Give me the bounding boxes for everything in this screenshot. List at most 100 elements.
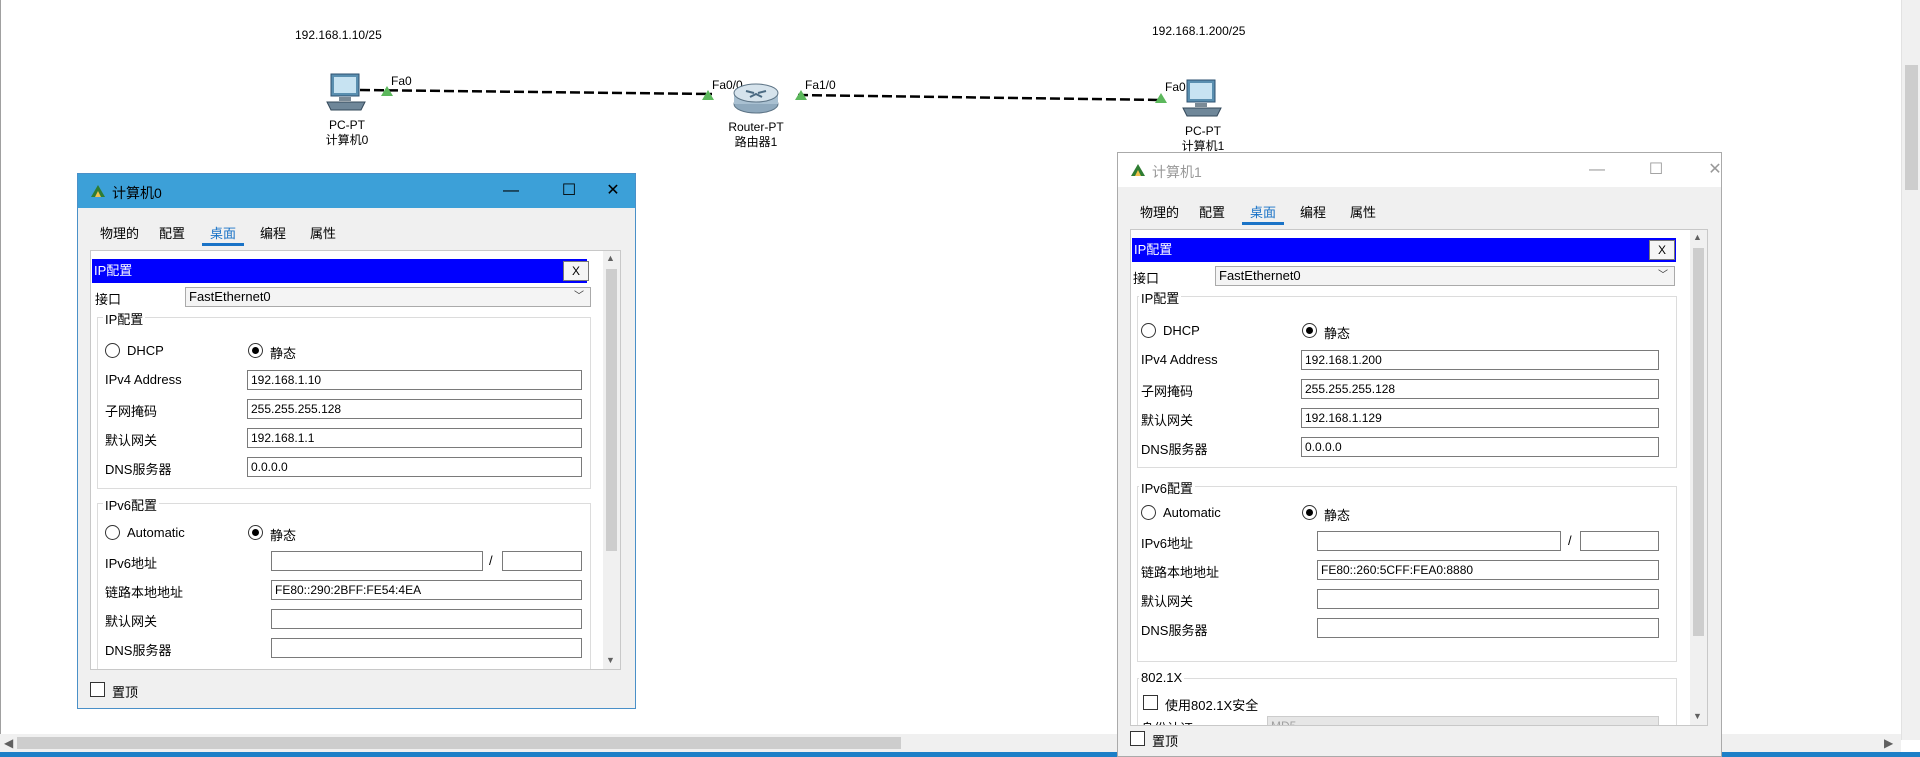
link-local-input[interactable]: FE80::290:2BFF:FE54:4EA — [271, 580, 582, 600]
scroll-left-icon[interactable]: ◀ — [4, 736, 13, 750]
close-button[interactable]: ✕ — [590, 174, 636, 208]
pc1-device[interactable]: PC-PT 计算机1 — [1168, 78, 1238, 154]
ipv6-static-label[interactable]: 静态 — [1324, 505, 1350, 524]
maximize-button[interactable]: ☐ — [1633, 153, 1679, 187]
ipv6-dns-label: DNS服务器 — [105, 643, 172, 658]
ipv4-address-input[interactable]: 192.168.1.200 — [1301, 350, 1659, 370]
dhcp-radio[interactable] — [105, 343, 120, 358]
tab-desktop[interactable]: 桌面 — [202, 224, 245, 246]
horizontal-scroll-thumb[interactable] — [17, 737, 901, 749]
workspace-vertical-scrollbar[interactable] — [1901, 0, 1920, 740]
ipv6-prefix-input[interactable] — [1580, 531, 1659, 551]
pc1-config-window[interactable]: 计算机1 — ☐ ✕ 物理的 配置 桌面 编程 属性 IP配置 X 接口 Fas… — [1117, 152, 1722, 757]
ipv4-address-input[interactable]: 192.168.1.10 — [247, 370, 582, 390]
dhcp-label[interactable]: DHCP — [1163, 323, 1200, 338]
router-left-port-status-icon — [702, 90, 714, 100]
ipv6-gateway-input[interactable] — [1317, 589, 1659, 609]
static-label[interactable]: 静态 — [1324, 323, 1350, 342]
interface-select[interactable]: FastEthernet0 ﹀ — [185, 287, 591, 307]
router-icon — [733, 83, 779, 114]
scroll-down-icon[interactable]: ▼ — [1693, 711, 1702, 721]
panel-scroll-thumb[interactable] — [606, 269, 617, 551]
static-radio[interactable] — [1302, 323, 1317, 338]
ipv6-dns-input[interactable] — [1317, 618, 1659, 638]
always-on-top-checkbox[interactable] — [1130, 731, 1145, 746]
scroll-up-icon[interactable]: ▲ — [606, 253, 615, 263]
ipv6-address-input[interactable] — [1317, 531, 1561, 551]
ipv6-automatic-radio[interactable] — [1141, 505, 1156, 520]
subnet-label: 子网掩码 — [105, 404, 158, 419]
tab-physical[interactable]: 物理的 — [1132, 203, 1188, 225]
link-local-input[interactable]: FE80::260:5CFF:FEA0:8880 — [1317, 560, 1659, 580]
always-on-top-label[interactable]: 置顶 — [112, 682, 138, 701]
vertical-scroll-thumb[interactable] — [1905, 65, 1918, 190]
link-local-label: 链路本地地址 — [1141, 565, 1220, 580]
pc1-type: PC-PT — [1185, 124, 1221, 138]
panel-scrollbar[interactable]: ▲ ▼ — [603, 251, 620, 669]
tab-attributes[interactable]: 属性 — [1342, 203, 1385, 225]
ipv6-automatic-label[interactable]: Automatic — [127, 525, 185, 540]
scroll-up-icon[interactable]: ▲ — [1693, 232, 1702, 242]
panel-close-button[interactable]: X — [1649, 240, 1675, 260]
static-label[interactable]: 静态 — [270, 343, 296, 362]
ipv6-automatic-radio[interactable] — [105, 525, 120, 540]
tab-config[interactable]: 配置 — [1191, 203, 1234, 225]
subnet-input[interactable]: 255.255.255.128 — [247, 399, 582, 419]
dhcp-radio[interactable] — [1141, 323, 1156, 338]
dns-input[interactable]: 0.0.0.0 — [247, 457, 582, 477]
prefix-slash: / — [1568, 533, 1572, 548]
panel-scrollbar[interactable]: ▲ ▼ — [1690, 230, 1707, 725]
ipv4-group-title: IP配置 — [103, 309, 146, 328]
minimize-button[interactable]: — — [488, 174, 534, 208]
scroll-right-icon[interactable]: ▶ — [1884, 736, 1893, 750]
pc1-titlebar[interactable]: 计算机1 — ☐ ✕ — [1118, 153, 1722, 187]
minimize-button[interactable]: — — [1574, 153, 1620, 187]
ipv6-automatic-label[interactable]: Automatic — [1163, 505, 1221, 520]
pc0-titlebar[interactable]: 计算机0 — ☐ ✕ — [78, 174, 635, 208]
router-name: 路由器1 — [734, 135, 778, 149]
static-radio[interactable] — [248, 343, 263, 358]
scroll-down-icon[interactable]: ▼ — [606, 655, 615, 665]
pc0-ip-config-panel: IP配置 X 接口 FastEthernet0 ﹀ IP配置 DHCP 静态 I… — [90, 250, 621, 670]
dot1x-checkbox[interactable] — [1143, 695, 1158, 710]
pc0-device[interactable]: PC-PT 计算机0 — [312, 72, 382, 148]
interface-label: 接口 — [95, 292, 122, 307]
panel-close-button[interactable]: X — [563, 261, 589, 281]
pc0-ip-note: 192.168.1.10/25 — [295, 28, 382, 42]
maximize-button[interactable]: ☐ — [546, 174, 592, 208]
router-device[interactable]: Router-PT 路由器1 — [716, 78, 796, 150]
ipv6-address-input[interactable] — [271, 551, 483, 571]
tab-physical[interactable]: 物理的 — [92, 224, 148, 246]
pc0-config-window[interactable]: 计算机0 — ☐ ✕ 物理的 配置 桌面 编程 属性 IP配置 X 接口 Fas… — [77, 173, 636, 709]
app-icon — [1131, 164, 1145, 176]
ipv6-dns-input[interactable] — [271, 638, 582, 658]
gateway-input[interactable]: 192.168.1.129 — [1301, 408, 1659, 428]
dhcp-label[interactable]: DHCP — [127, 343, 164, 358]
tab-config[interactable]: 配置 — [151, 224, 194, 246]
always-on-top-checkbox[interactable] — [90, 682, 105, 697]
ipv6-gateway-input[interactable] — [271, 609, 582, 629]
panel-title-bar: IP配置 — [92, 259, 587, 283]
app-icon — [91, 185, 105, 197]
gateway-input[interactable]: 192.168.1.1 — [247, 428, 582, 448]
ipv6-static-radio[interactable] — [248, 525, 263, 540]
auth-select[interactable]: MD5 — [1267, 716, 1659, 725]
gateway-label: 默认网关 — [1141, 413, 1194, 428]
tab-attributes[interactable]: 属性 — [302, 224, 345, 246]
tab-desktop[interactable]: 桌面 — [1242, 203, 1285, 225]
interface-select[interactable]: FastEthernet0 ﹀ — [1215, 266, 1675, 286]
subnet-input[interactable]: 255.255.255.128 — [1301, 379, 1659, 399]
tab-programming[interactable]: 编程 — [1292, 203, 1335, 225]
always-on-top-label[interactable]: 置顶 — [1152, 731, 1178, 750]
chevron-down-icon: ﹀ — [1658, 270, 1668, 281]
ipv6-static-label[interactable]: 静态 — [270, 525, 296, 544]
interface-label: 接口 — [1133, 271, 1160, 286]
tab-programming[interactable]: 编程 — [252, 224, 295, 246]
panel-scroll-thumb[interactable] — [1693, 248, 1704, 636]
dns-input[interactable]: 0.0.0.0 — [1301, 437, 1659, 457]
pc1-ip-config-panel: IP配置 X 接口 FastEthernet0 ﹀ IP配置 DHCP 静态 I… — [1130, 229, 1708, 726]
dot1x-label[interactable]: 使用802.1X安全 — [1165, 695, 1258, 714]
ipv6-prefix-input[interactable] — [502, 551, 582, 571]
close-button[interactable]: ✕ — [1692, 153, 1738, 187]
ipv6-static-radio[interactable] — [1302, 505, 1317, 520]
